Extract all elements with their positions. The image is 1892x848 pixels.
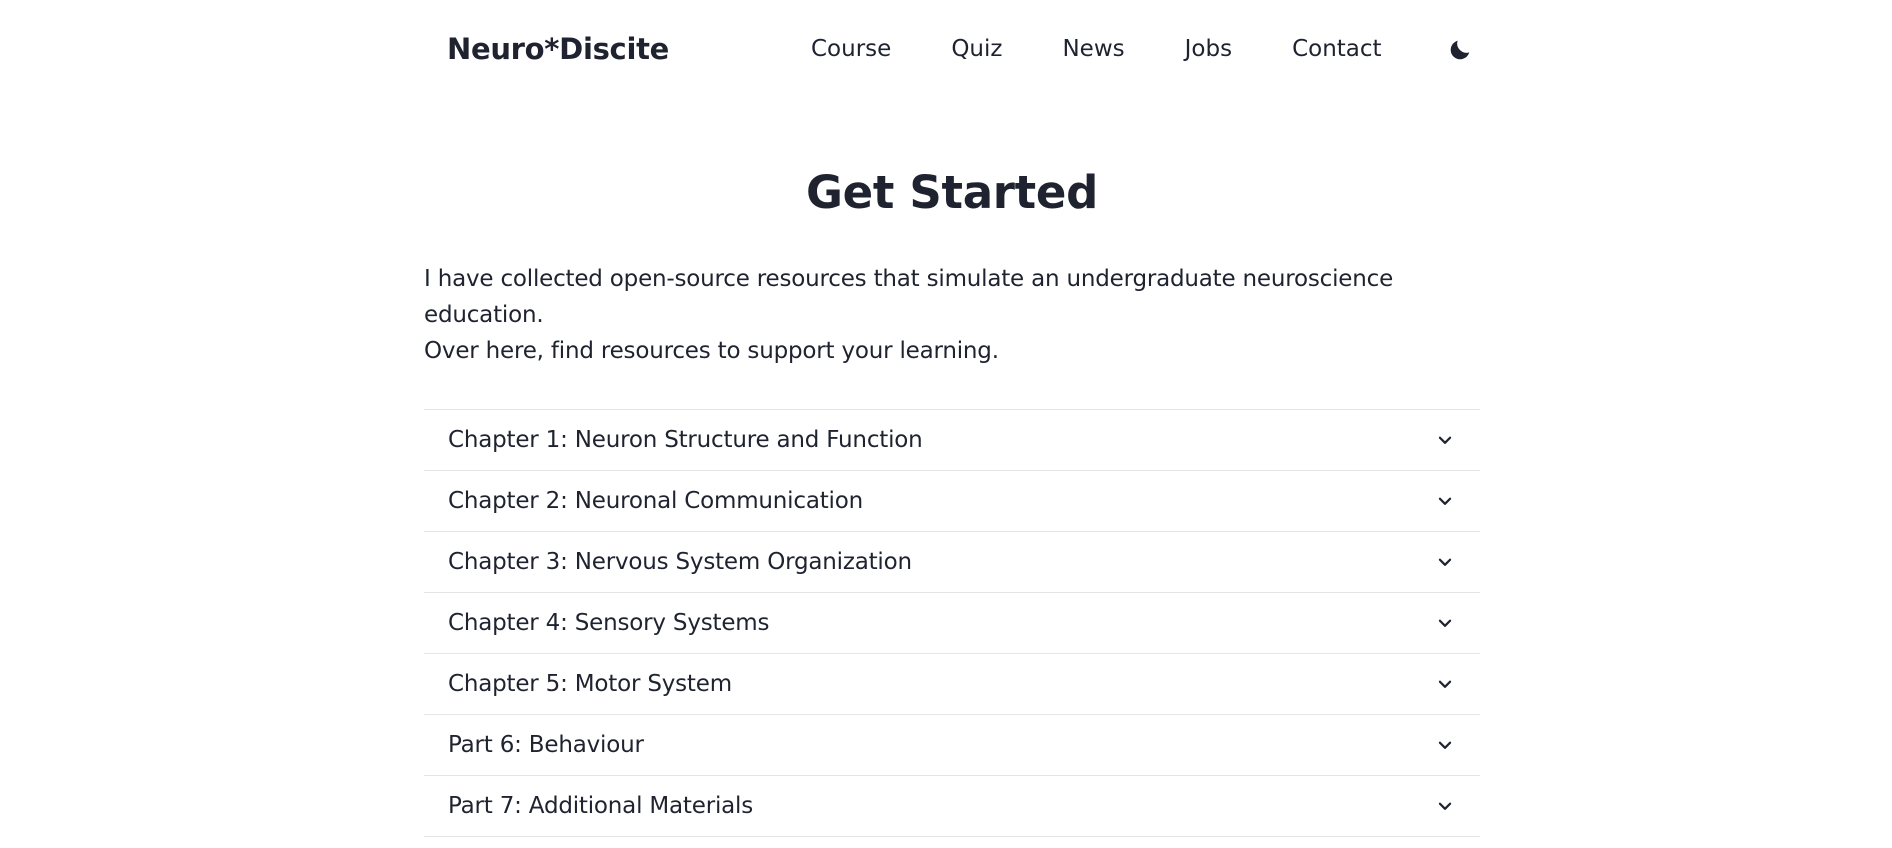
- intro-line-2: Over here, find resources to support you…: [424, 338, 999, 364]
- chevron-down-icon: [1438, 802, 1452, 810]
- accordion-label: Part 6: Behaviour: [448, 732, 644, 758]
- accordion-label: Chapter 3: Nervous System Organization: [448, 549, 912, 575]
- chevron-down-icon: [1438, 680, 1452, 688]
- accordion-item-chapter-5[interactable]: Chapter 5: Motor System: [424, 654, 1480, 715]
- nav-link-course[interactable]: Course: [811, 36, 891, 62]
- chevron-down-icon: [1438, 619, 1452, 627]
- accordion-item-chapter-1[interactable]: Chapter 1: Neuron Structure and Function: [424, 410, 1480, 471]
- accordion-item-part-7[interactable]: Part 7: Additional Materials: [424, 776, 1480, 837]
- chevron-down-icon: [1438, 436, 1452, 444]
- page: Neuro*Discite Course Quiz News Jobs Cont…: [0, 0, 1892, 848]
- page-title: Get Started: [805, 166, 1099, 219]
- moon-icon: [1450, 40, 1470, 60]
- brand-logo[interactable]: Neuro*Discite: [447, 32, 669, 66]
- intro-line-1: I have collected open-source resources t…: [424, 266, 1394, 328]
- accordion-label: Chapter 4: Sensory Systems: [448, 610, 770, 636]
- accordion-item-chapter-4[interactable]: Chapter 4: Sensory Systems: [424, 593, 1480, 654]
- nav-link-contact[interactable]: Contact: [1292, 36, 1381, 62]
- accordion-item-part-6[interactable]: Part 6: Behaviour: [424, 715, 1480, 776]
- nav-link-jobs[interactable]: Jobs: [1185, 36, 1232, 62]
- chevron-down-icon: [1438, 497, 1452, 505]
- main-content: Get Started I have collected open-source…: [424, 160, 1480, 837]
- accordion-label: Part 7: Additional Materials: [448, 793, 754, 819]
- accordion-label: Chapter 2: Neuronal Communication: [448, 488, 863, 514]
- nav-link-news[interactable]: News: [1062, 36, 1124, 62]
- intro-text: I have collected open-source resources t…: [424, 261, 1480, 369]
- top-navbar: Neuro*Discite Course Quiz News Jobs Cont…: [447, 24, 1470, 80]
- accordion-label: Chapter 5: Motor System: [448, 671, 732, 697]
- nav-link-quiz[interactable]: Quiz: [951, 36, 1002, 62]
- accordion-item-chapter-3[interactable]: Chapter 3: Nervous System Organization: [424, 532, 1480, 593]
- chapter-accordion: Chapter 1: Neuron Structure and Function…: [424, 409, 1480, 837]
- chevron-down-icon: [1438, 741, 1452, 749]
- accordion-label: Chapter 1: Neuron Structure and Function: [448, 427, 923, 453]
- chevron-down-icon: [1438, 558, 1452, 566]
- accordion-item-chapter-2[interactable]: Chapter 2: Neuronal Communication: [424, 471, 1480, 532]
- theme-toggle-button[interactable]: [1447, 37, 1473, 63]
- nav-links: Course Quiz News Jobs Contact: [811, 36, 1442, 62]
